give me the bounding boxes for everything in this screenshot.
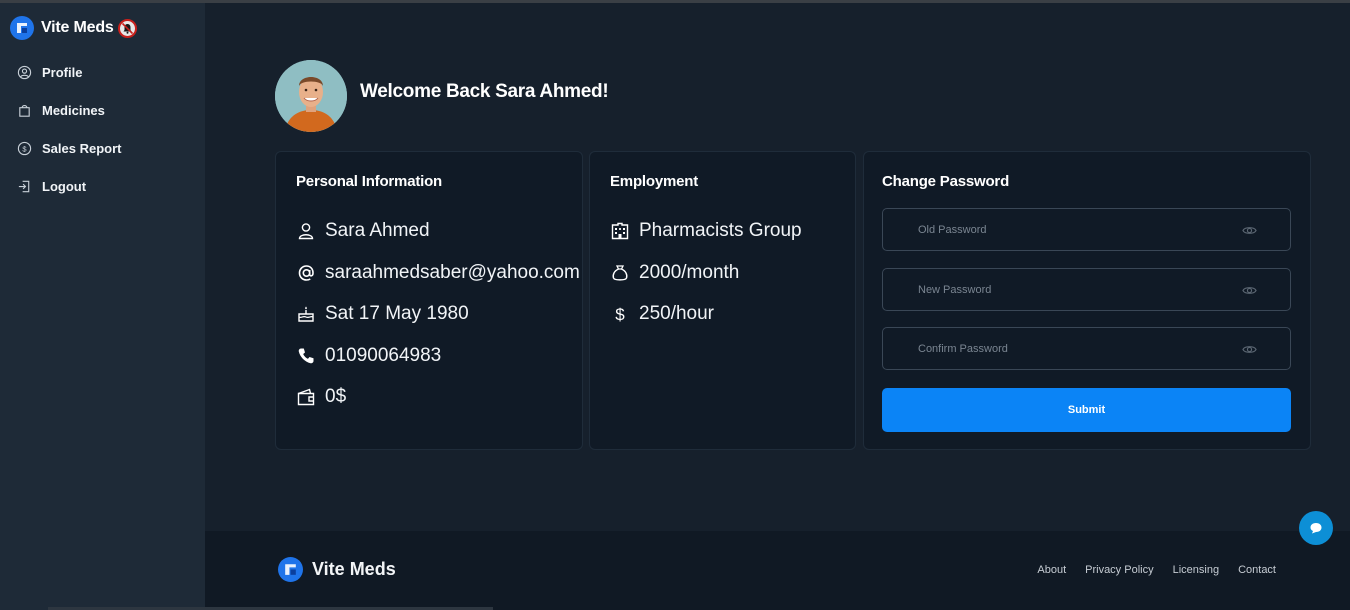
svg-text:$: $ [615,305,625,324]
old-password-field [882,208,1291,251]
eye-icon[interactable] [1242,223,1257,238]
footer-link-licensing[interactable]: Licensing [1173,564,1219,576]
sidebar-item-sales-report[interactable]: $ Sales Report [0,129,205,167]
sidebar-item-label: Profile [42,64,83,80]
cake-icon [298,306,314,322]
logo-icon [10,16,34,40]
footer-link-privacy-policy[interactable]: Privacy Policy [1085,564,1153,576]
hourly-rate: 250/hour [639,303,715,324]
employment-card: Employment Pharmacists Group 2000/month … [589,151,856,450]
brand[interactable]: Vite Meds [10,15,137,41]
avatar[interactable] [275,60,347,132]
submit-button[interactable]: Submit [882,388,1291,432]
main-content: Welcome Back Sara Ahmed! Personal Inform… [205,3,1350,531]
user-circle-icon [17,65,32,79]
employer-name: Pharmacists Group [639,220,802,241]
dollar-icon: $ [615,305,625,324]
phone-icon [298,348,314,364]
change-password-card: Change Password Submit [863,151,1311,450]
welcome-heading: Welcome Back Sara Ahmed! [360,81,609,102]
building-icon [611,222,629,240]
info-row-wallet: 0$ [296,385,346,409]
info-row-company: Pharmacists Group [610,219,802,243]
info-row-salary: 2000/month [610,261,739,285]
card-title: Personal Information [296,173,443,190]
sidebar-nav: Profile Medicines $ Sales Report Logout [0,53,205,205]
footer-brand-name: Vite Meds [312,559,396,579]
money-bag-icon [612,265,628,281]
confirm-password-input[interactable] [883,328,1290,369]
eye-icon[interactable] [1242,342,1257,357]
chat-button[interactable] [1299,511,1333,545]
personal-info-card: Personal Information Sara Ahmed saraahme… [275,151,583,450]
sidebar-item-label: Sales Report [42,140,122,156]
info-row-email: saraahmedsaber@yahoo.com [296,261,580,285]
logo-icon [278,557,303,582]
sidebar-item-label: Medicines [42,102,105,118]
user-email: saraahmedsaber@yahoo.com [325,262,580,283]
footer-brand[interactable]: Vite Meds [278,557,396,582]
user-birthdate: Sat 17 May 1980 [325,303,469,324]
user-icon [298,223,314,240]
sidebar: Vite Meds Profile Medicines $ Sales Repo… [0,3,205,610]
wallet-icon [297,388,315,406]
new-password-field [882,268,1291,311]
info-row-hourly: $ 250/hour [610,302,714,326]
sidebar-item-profile[interactable]: Profile [0,53,205,91]
sidebar-item-logout[interactable]: Logout [0,167,205,205]
at-sign-icon [298,265,314,281]
footer: Vite Meds About Privacy Policy Licensing… [205,531,1350,610]
footer-link-contact[interactable]: Contact [1238,564,1276,576]
sidebar-item-medicines[interactable]: Medicines [0,91,205,129]
confirm-password-field [882,327,1291,370]
card-title: Employment [610,173,699,190]
logout-icon [18,180,30,192]
notifications-off-icon[interactable] [117,18,137,38]
app-name: Vite Meds [41,19,114,36]
info-row-phone: 01090064983 [296,344,441,368]
sidebar-item-label: Logout [42,178,87,194]
monthly-salary: 2000/month [639,262,740,283]
card-title: Change Password [882,173,1010,190]
user-name: Sara Ahmed [325,220,430,241]
info-row-birthdate: Sat 17 May 1980 [296,302,469,326]
svg-text:$: $ [22,144,27,153]
new-password-input[interactable] [883,269,1290,310]
footer-link-about[interactable]: About [1037,564,1066,576]
old-password-input[interactable] [883,209,1290,250]
user-phone: 01090064983 [325,345,442,366]
dollar-circle-icon: $ [17,141,32,155]
info-row-name: Sara Ahmed [296,219,430,243]
chat-bubble-icon [1310,523,1322,534]
footer-links: About Privacy Policy Licensing Contact [1018,564,1276,576]
shopping-bag-icon [19,104,30,117]
user-wallet-balance: 0$ [325,386,347,407]
eye-icon[interactable] [1242,283,1257,298]
